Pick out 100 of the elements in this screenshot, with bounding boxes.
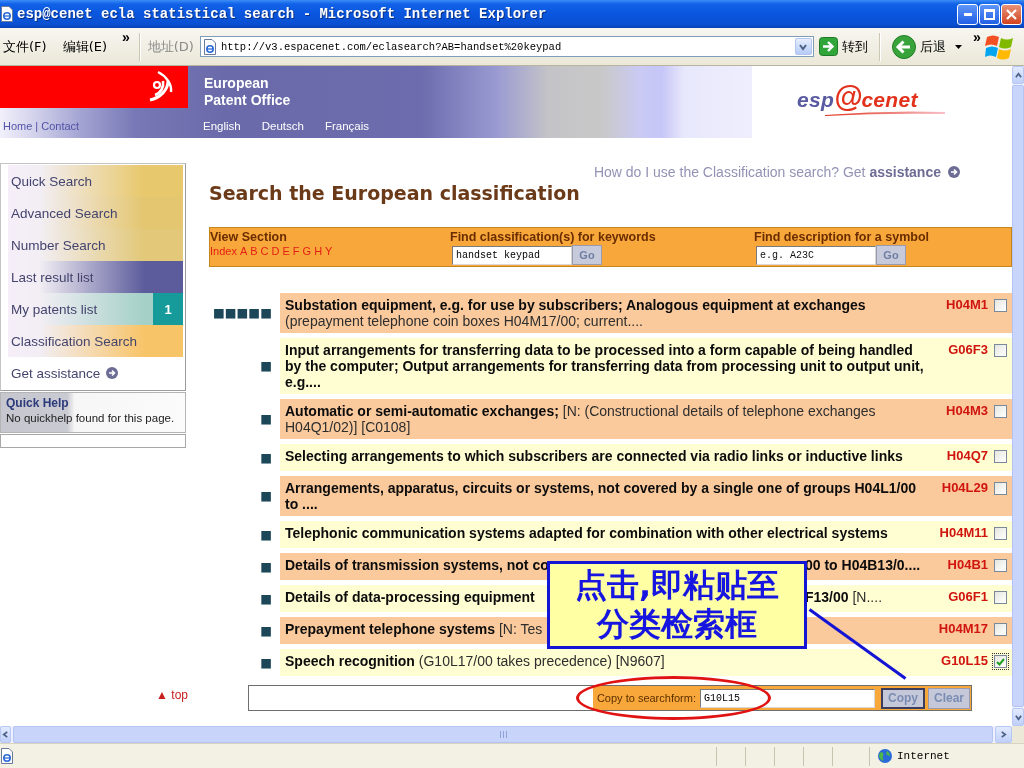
maximize-icon xyxy=(984,8,995,20)
relevance-marker: ■ xyxy=(260,656,272,669)
checkbox[interactable] xyxy=(994,655,1007,668)
search-label: Find description for a symbol xyxy=(754,230,931,244)
language-link[interactable]: Deutsch xyxy=(261,120,304,132)
keyword-input[interactable]: handset keypad xyxy=(452,245,572,265)
result-description: Details of data-processing equipment xyxy=(285,589,535,605)
more-chevron[interactable]: » xyxy=(970,30,983,44)
result-description: Telephonic communication systems adapted for combination with other electrical systems xyxy=(285,525,888,541)
classification-code-link[interactable]: G06F1 xyxy=(948,589,988,605)
scroll-left-button[interactable] xyxy=(0,726,11,743)
chevron-right-icon xyxy=(1000,731,1007,738)
minimize-icon xyxy=(963,12,972,16)
link-separator: | xyxy=(35,120,39,132)
checkbox[interactable] xyxy=(994,299,1007,312)
result-description: Speech recognition (G10L17/00 takes precedence) [N9607] xyxy=(285,653,665,669)
classification-code-link[interactable]: G10L15 xyxy=(941,653,988,669)
relevance-marker: ■ xyxy=(260,528,272,541)
chevron-down-icon xyxy=(1014,713,1022,721)
address-field[interactable]: http://v3.espacenet.com/eclasearch?AB=handset%20keypad xyxy=(199,36,814,57)
globe-icon xyxy=(878,749,892,763)
classification-code-link[interactable]: H04M17 xyxy=(938,621,988,637)
browser-page-icon xyxy=(1,6,13,22)
arrow-circle-icon xyxy=(948,166,960,178)
checkbox[interactable] xyxy=(994,623,1007,636)
espacenet-logo: esp@cenet xyxy=(797,84,945,116)
header-link[interactable]: Contact xyxy=(41,120,80,132)
checkbox[interactable] xyxy=(994,405,1007,418)
chevron-up-icon xyxy=(1014,71,1022,79)
scroll-up-button[interactable] xyxy=(1012,66,1024,84)
classification-code-link[interactable]: H04L29 xyxy=(941,480,988,496)
count-badge: 1 xyxy=(153,293,183,325)
arrow-circle-icon xyxy=(106,367,119,379)
more-chevron[interactable]: » xyxy=(120,30,132,44)
sidebar-item[interactable]: My patents list 1 xyxy=(8,293,183,325)
top-link[interactable]: ▲ top xyxy=(156,688,188,703)
scroll-down-button[interactable] xyxy=(1012,708,1024,726)
minimize-button[interactable] xyxy=(957,3,978,25)
close-icon xyxy=(1006,8,1017,20)
grip-icon xyxy=(499,731,507,738)
sidebar-item[interactable]: Quick Search xyxy=(8,165,183,197)
sidebar-item[interactable]: Number Search xyxy=(8,229,183,261)
chevron-down-icon xyxy=(799,42,808,51)
relevance-marker: ■ xyxy=(260,451,272,464)
searchform-input[interactable]: G10L15 xyxy=(699,688,875,708)
status-page-icon xyxy=(1,748,13,764)
assistance-link[interactable]: assistance xyxy=(869,164,941,180)
menu-item[interactable]: 文件(F) xyxy=(2,37,48,56)
relevance-marker: ■ xyxy=(260,490,272,502)
checkbox[interactable] xyxy=(994,591,1007,604)
close-button[interactable] xyxy=(1001,3,1022,25)
caret-down-icon[interactable] xyxy=(954,44,962,49)
classification-code-link[interactable]: H04M3 xyxy=(946,403,988,419)
classification-code-link[interactable]: H04M11 xyxy=(939,525,988,541)
page-title: Search the European classification xyxy=(209,181,581,205)
result-description: Substation equipment, e.g. for use by subscribers; Analogous equipment at exchanges (prepayment telephone coin boxes H04M17/00; current.... xyxy=(285,297,867,329)
dropdown-button[interactable] xyxy=(794,38,812,55)
classification-code-link[interactable]: H04M1 xyxy=(946,297,988,313)
go-button[interactable]: 转到 xyxy=(815,32,871,61)
address-label: 地址(D) xyxy=(147,37,194,56)
result-description: Automatic or semi-automatic exchanges; [N: (Constructional details of telephone exchanges H04Q1/02)] [C0108] xyxy=(285,403,877,435)
chevron-left-icon xyxy=(2,731,9,738)
help-prompt: How do I use the Classification search? Get assistance xyxy=(593,164,941,180)
page-icon xyxy=(203,38,216,55)
window-title: esp@cenet ecla statistical search - Microsoft Internet Explorer xyxy=(17,6,548,22)
arrow-right-icon xyxy=(818,37,838,56)
language-link[interactable]: Français xyxy=(324,120,369,132)
tick-icon xyxy=(996,657,1005,666)
result-description: F13/00 [N.... xyxy=(805,589,883,605)
relevance-marker: ■ xyxy=(260,413,272,425)
checkbox[interactable] xyxy=(994,482,1007,495)
checkbox[interactable] xyxy=(994,344,1007,357)
maximize-button[interactable] xyxy=(979,3,1000,25)
checkbox[interactable] xyxy=(994,527,1007,540)
sidebar-item[interactable]: Classification Search xyxy=(8,325,183,357)
quick-help-text: No quickhelp found for this page. xyxy=(6,412,176,424)
header-link[interactable]: Home xyxy=(3,120,33,132)
scroll-right-button[interactable] xyxy=(995,726,1012,743)
zone-label: Internet xyxy=(897,750,950,762)
language-link[interactable]: English xyxy=(203,120,241,132)
menu-item[interactable]: 编辑(E) xyxy=(61,37,108,56)
classification-code-link[interactable]: H04B1 xyxy=(947,557,988,573)
copy-label: Copy to searchform: xyxy=(596,692,696,704)
result-description: Arrangements, apparatus, circuits or systems, not covered by a single one of groups H04L1/00 to .... xyxy=(285,480,917,512)
result-description: Input arrangements for transferring data to be processed into a form capable of being handled by the computer; Output arrangements for transferring data from processing unit to output unit, e.g.... xyxy=(285,342,925,390)
sidebar-item[interactable]: Last result list xyxy=(8,261,183,293)
classification-code-link[interactable]: G06F3 xyxy=(948,342,988,358)
checkbox[interactable] xyxy=(994,450,1007,463)
relevance-marker: ■ xyxy=(260,624,272,637)
result-description: Prepayment telephone systems [N: Tes xyxy=(285,621,543,637)
back-button[interactable]: 后退 xyxy=(888,32,949,61)
sidebar-item[interactable]: Advanced Search xyxy=(8,197,183,229)
organization-name: European Patent Office xyxy=(203,74,292,108)
checkbox[interactable] xyxy=(994,559,1007,572)
search-label: View Section xyxy=(210,230,288,244)
classification-code-link[interactable]: H04Q7 xyxy=(946,448,988,464)
quick-help-title: Quick Help xyxy=(6,396,70,410)
relevance-marker: ■■■■■ xyxy=(212,307,272,319)
relevance-marker: ■ xyxy=(260,592,272,605)
symbol-input[interactable]: e.g. A23C xyxy=(756,245,876,265)
